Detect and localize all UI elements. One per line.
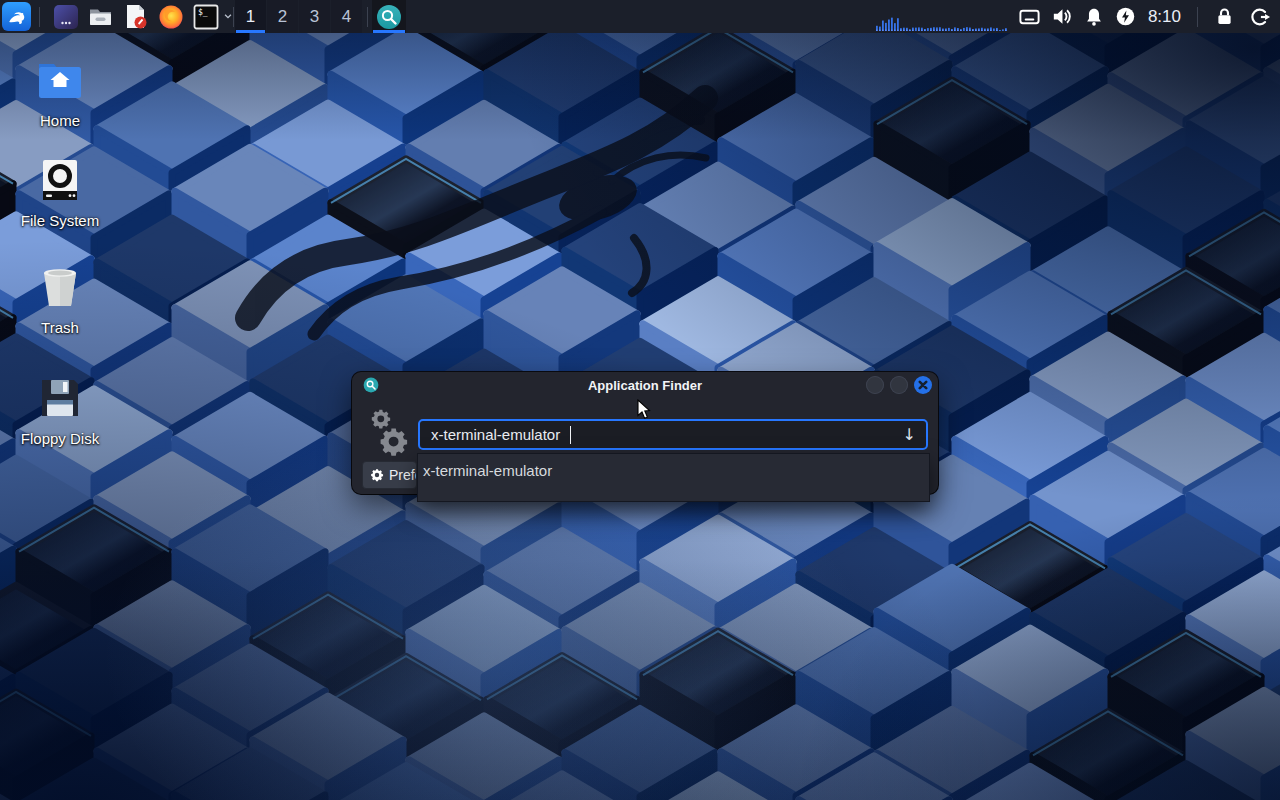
workspace-3[interactable]: 3 bbox=[299, 0, 330, 33]
svg-text:$_: $_ bbox=[198, 8, 208, 17]
firefox-icon bbox=[158, 4, 184, 30]
window-title: Application Finder bbox=[352, 378, 938, 393]
desktop-icon-home[interactable]: Home bbox=[10, 58, 110, 129]
app-finder-panel-button[interactable] bbox=[372, 0, 406, 33]
panel-separator bbox=[1197, 7, 1198, 27]
desktop-icon-trash[interactable]: Trash bbox=[10, 265, 110, 336]
workspace-3-label: 3 bbox=[310, 7, 319, 27]
home-folder-icon bbox=[36, 58, 84, 102]
terminal-icon: $_ bbox=[193, 4, 219, 30]
floppy-disk-icon bbox=[36, 376, 84, 420]
text-editor-launcher[interactable] bbox=[122, 2, 149, 31]
cpu-graph[interactable] bbox=[872, 0, 1010, 33]
logout-tray-icon[interactable] bbox=[1248, 5, 1272, 29]
desktop-icon-trash-label: Trash bbox=[41, 319, 79, 336]
close-button[interactable] bbox=[914, 376, 932, 394]
maximize-button[interactable] bbox=[890, 376, 908, 394]
trash-icon bbox=[36, 265, 84, 309]
workspace-2[interactable]: 2 bbox=[267, 0, 298, 33]
search-results-dropdown: x-terminal-emulator bbox=[417, 453, 930, 502]
keyboard-tray-icon[interactable] bbox=[1018, 5, 1042, 29]
desktop-icon-file-system[interactable]: File System bbox=[10, 158, 110, 229]
top-panel: $_ 1 2 3 4 8:10 bbox=[0, 0, 1280, 33]
text-caret bbox=[570, 426, 571, 444]
desktop-icon-file-system-label: File System bbox=[21, 212, 99, 229]
volume-tray-icon[interactable] bbox=[1050, 5, 1074, 29]
notifications-tray-icon[interactable] bbox=[1082, 5, 1106, 29]
preferences-button-label: Preferences bbox=[389, 467, 417, 483]
kali-dragon-icon bbox=[6, 6, 28, 28]
workspace-1-label: 1 bbox=[246, 7, 255, 27]
desktop-icon-floppy[interactable]: Floppy Disk bbox=[10, 376, 110, 447]
window-buttons-launcher[interactable] bbox=[52, 2, 79, 31]
panel-separator bbox=[367, 7, 368, 27]
window-buttons-icon bbox=[53, 4, 79, 30]
application-gears-icon bbox=[368, 402, 410, 462]
terminal-launcher[interactable]: $_ bbox=[192, 2, 219, 31]
mouse-cursor bbox=[637, 399, 651, 424]
firefox-launcher[interactable] bbox=[157, 2, 184, 31]
workspace-1[interactable]: 1 bbox=[235, 0, 266, 33]
launcher-menu-chevron[interactable] bbox=[223, 10, 233, 24]
desktop-icon-home-label: Home bbox=[40, 112, 80, 129]
entry-dropdown-arrow-icon[interactable]: ↓ bbox=[903, 425, 916, 444]
workspace-2-label: 2 bbox=[278, 7, 287, 27]
desktop-icon-floppy-label: Floppy Disk bbox=[21, 430, 99, 447]
minimize-button[interactable] bbox=[866, 376, 884, 394]
panel-separator bbox=[233, 7, 234, 27]
file-system-drive-icon bbox=[36, 158, 84, 202]
panel-separator bbox=[39, 7, 40, 27]
search-input-value: x-terminal-emulator bbox=[431, 426, 560, 443]
power-manager-tray-icon[interactable] bbox=[1114, 5, 1138, 29]
kali-menu-button[interactable] bbox=[2, 2, 31, 31]
search-result-item[interactable]: x-terminal-emulator bbox=[418, 454, 929, 479]
lock-tray-icon[interactable] bbox=[1212, 5, 1236, 29]
search-icon bbox=[376, 4, 402, 30]
workspace-4-label: 4 bbox=[342, 7, 351, 27]
file-manager-icon bbox=[87, 3, 114, 30]
clock[interactable]: 8:10 bbox=[1148, 7, 1181, 27]
search-input[interactable]: x-terminal-emulator ↓ bbox=[418, 419, 928, 450]
workspace-4[interactable]: 4 bbox=[331, 0, 362, 33]
preferences-button[interactable]: Preferences bbox=[362, 461, 417, 489]
text-editor-icon bbox=[122, 3, 149, 30]
application-finder-titlebar[interactable]: Application Finder bbox=[352, 372, 938, 398]
file-manager-launcher[interactable] bbox=[87, 2, 114, 31]
